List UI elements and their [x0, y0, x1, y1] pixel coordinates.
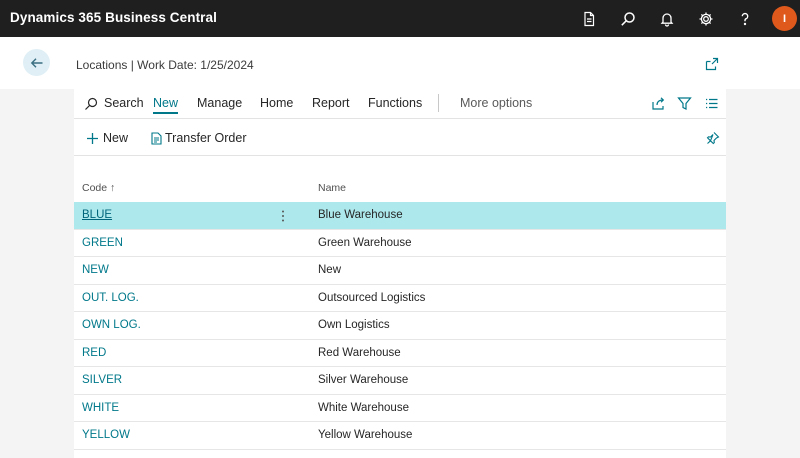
page-header: Locations | Work Date: 1/25/2024 — [0, 37, 800, 89]
locations-table: BLUE Blue Warehouse GREEN Green Warehous… — [74, 202, 726, 450]
action-bar-divider — [438, 94, 439, 112]
open-new-window-icon[interactable] — [704, 56, 720, 72]
cell-code[interactable]: GREEN — [82, 237, 123, 249]
table-row[interactable]: YELLOW Yellow Warehouse — [74, 422, 726, 450]
column-header-code[interactable]: Code ↑ — [82, 182, 115, 194]
table-row[interactable]: SILVER Silver Warehouse — [74, 367, 726, 395]
cell-name: Own Logistics — [318, 319, 390, 331]
table-row[interactable]: OUT. LOG. Outsourced Logistics — [74, 285, 726, 312]
search-icon[interactable] — [84, 97, 98, 111]
cell-name: Green Warehouse — [318, 236, 412, 249]
cell-name: White Warehouse — [318, 401, 409, 414]
cell-name: Yellow Warehouse — [318, 429, 413, 441]
app-title[interactable]: Dynamics 365 Business Central — [10, 10, 217, 25]
share-icon[interactable] — [651, 96, 666, 111]
gear-icon[interactable] — [695, 8, 717, 30]
arrow-left-icon — [30, 57, 42, 68]
tab-report[interactable]: Report — [312, 96, 350, 110]
tab-functions[interactable]: Functions — [368, 96, 422, 110]
cell-code[interactable]: YELLOW — [82, 429, 130, 441]
user-avatar[interactable]: I — [772, 6, 797, 31]
cell-code[interactable]: OUT. LOG. — [82, 292, 139, 304]
help-icon[interactable] — [734, 8, 756, 30]
back-button[interactable] — [23, 49, 50, 76]
search-button[interactable]: Search — [104, 96, 144, 110]
row-menu-icon[interactable] — [278, 208, 288, 224]
sub-action-bar: New Transfer Order — [74, 120, 726, 156]
cell-name: Blue Warehouse — [318, 209, 403, 221]
search-icon[interactable] — [617, 8, 639, 30]
table-row[interactable]: NEW New — [74, 257, 726, 285]
cell-name: Silver Warehouse — [318, 374, 409, 386]
new-button[interactable]: New — [103, 131, 128, 145]
action-bar: Search New Manage Home Report Functions … — [74, 89, 726, 119]
more-options-button[interactable]: More options — [460, 96, 532, 110]
table-row[interactable]: OWN LOG. Own Logistics — [74, 312, 726, 340]
transfer-order-button[interactable]: Transfer Order — [165, 131, 247, 145]
table-row[interactable]: GREEN Green Warehouse — [74, 230, 726, 257]
column-header-name[interactable]: Name — [318, 182, 346, 194]
tab-new[interactable]: New — [153, 96, 179, 114]
page-title: Locations | Work Date: 1/25/2024 — [76, 58, 254, 72]
list-view-icon[interactable] — [704, 96, 719, 111]
cell-name: Red Warehouse — [318, 346, 401, 359]
cell-name: Outsourced Logistics — [318, 291, 426, 304]
table-row[interactable]: WHITE White Warehouse — [74, 395, 726, 422]
plus-icon[interactable] — [86, 132, 99, 145]
cell-code[interactable]: BLUE — [82, 209, 112, 221]
cell-code[interactable]: OWN LOG. — [82, 319, 141, 331]
top-bar: Dynamics 365 Business Central I — [0, 0, 800, 37]
list-panel: Search New Manage Home Report Functions … — [74, 89, 726, 458]
document-icon[interactable] — [578, 8, 600, 30]
filter-icon[interactable] — [677, 96, 692, 111]
table-row[interactable]: RED Red Warehouse — [74, 340, 726, 367]
pin-icon[interactable] — [706, 131, 720, 145]
cell-code[interactable]: NEW — [82, 264, 109, 276]
table-row[interactable]: BLUE Blue Warehouse — [74, 202, 726, 230]
cell-name: New — [318, 264, 342, 276]
content-area: Search New Manage Home Report Functions … — [0, 89, 800, 458]
tab-manage[interactable]: Manage — [197, 96, 242, 110]
tab-home[interactable]: Home — [260, 96, 293, 110]
cell-code[interactable]: WHITE — [82, 402, 119, 414]
bell-icon[interactable] — [656, 8, 678, 30]
cell-code[interactable]: SILVER — [82, 374, 122, 386]
cell-code[interactable]: RED — [82, 347, 106, 359]
transfer-order-icon[interactable] — [150, 132, 163, 145]
